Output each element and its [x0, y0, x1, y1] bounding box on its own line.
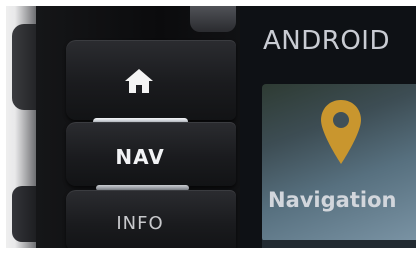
- frame-border-left: [0, 0, 6, 254]
- tile-divider: [262, 240, 416, 248]
- screen-title: ANDROID: [263, 26, 390, 56]
- navigation-tile-label: Navigation: [268, 188, 397, 212]
- frame-border-top: [0, 0, 419, 6]
- bezel-trim: [190, 6, 236, 32]
- photo: NAV INFO ANDROID Navigation: [0, 0, 419, 254]
- info-button-label: INFO: [116, 213, 164, 234]
- map-pin-icon: [321, 100, 361, 164]
- frame-border-bottom: [0, 248, 419, 254]
- home-icon: [125, 69, 153, 93]
- nav-button-label: NAV: [115, 145, 165, 169]
